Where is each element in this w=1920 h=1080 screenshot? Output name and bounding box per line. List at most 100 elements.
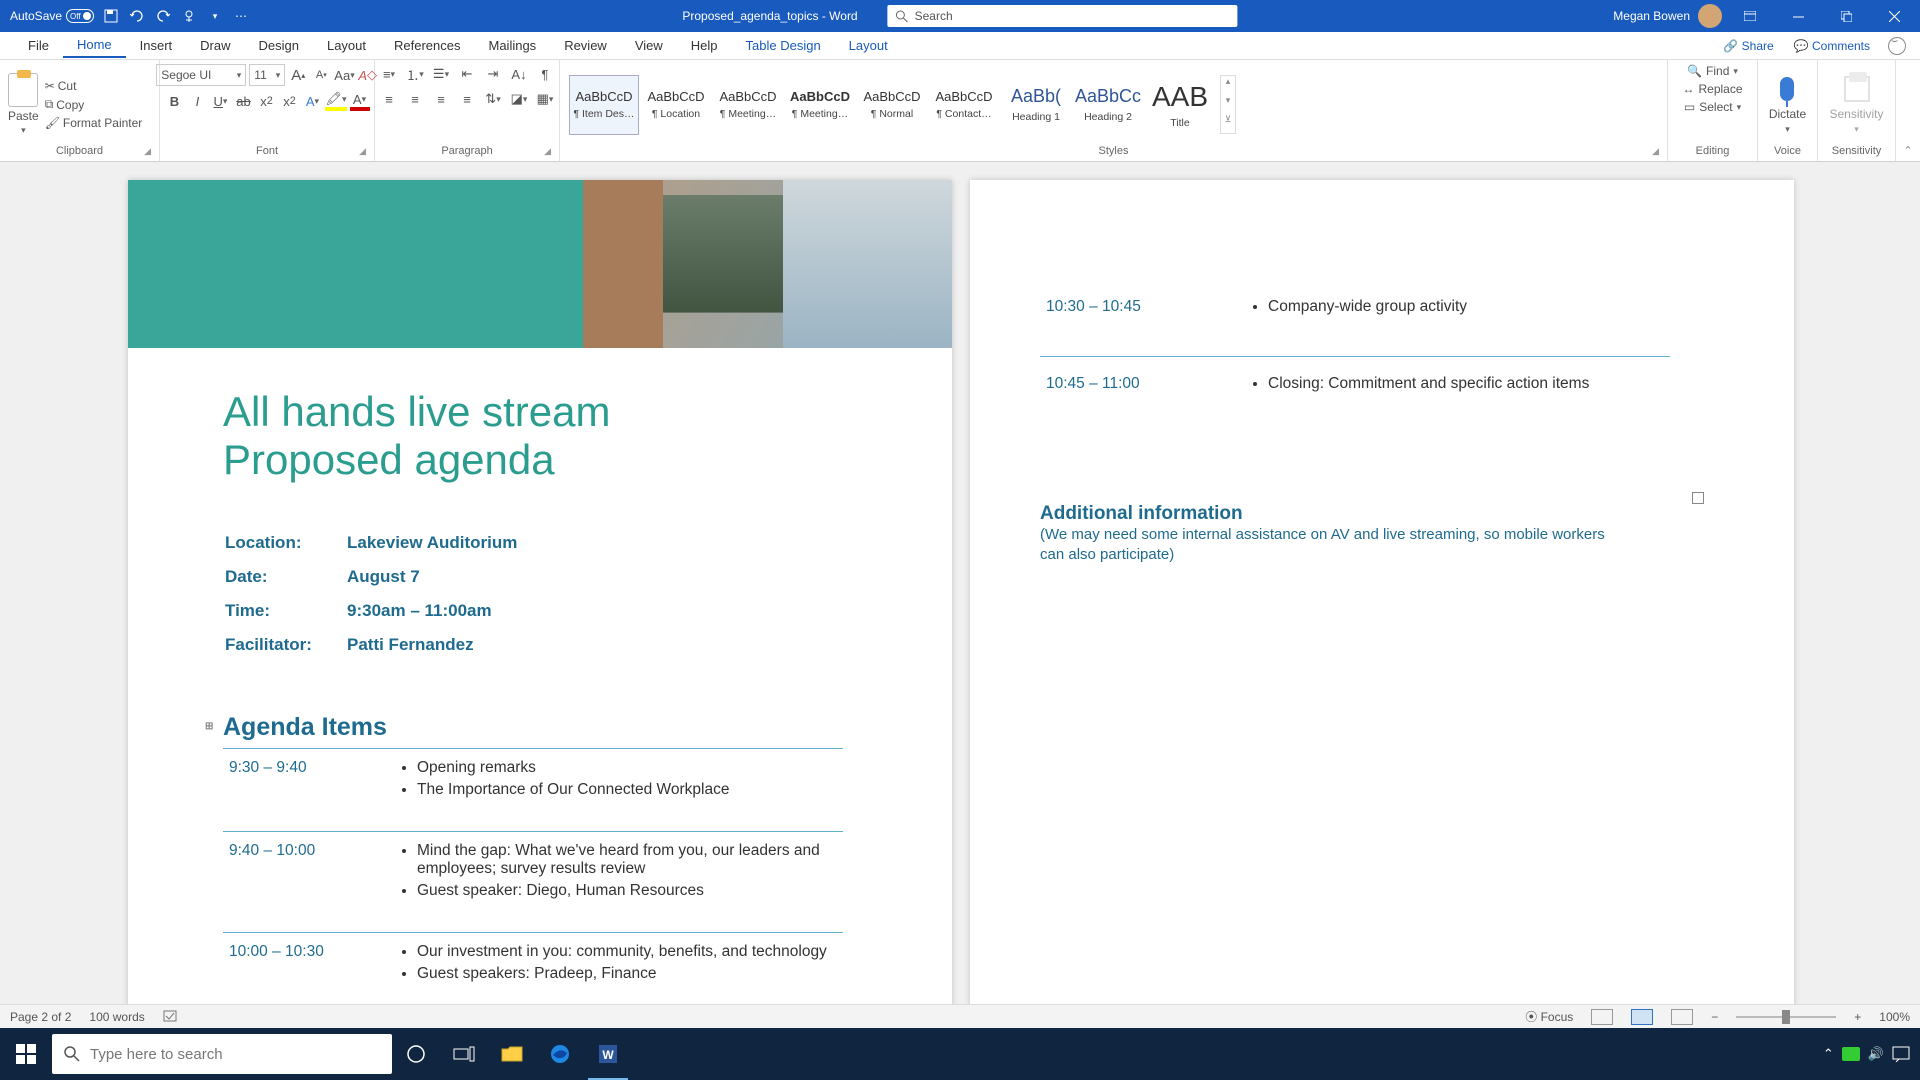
paragraph-launcher-icon[interactable]: ◢ bbox=[544, 146, 551, 157]
tab-home[interactable]: Home bbox=[63, 33, 126, 58]
tab-insert[interactable]: Insert bbox=[126, 34, 187, 57]
style-contact[interactable]: AaBbCcD¶ Contact… bbox=[929, 75, 999, 135]
edge-icon[interactable] bbox=[536, 1028, 584, 1080]
touch-mode-icon[interactable] bbox=[180, 7, 198, 25]
task-view-icon[interactable] bbox=[440, 1028, 488, 1080]
align-right-icon[interactable]: ≡ bbox=[431, 89, 451, 109]
style-location[interactable]: AaBbCcD¶ Location bbox=[641, 75, 711, 135]
tab-references[interactable]: References bbox=[380, 34, 474, 57]
cut-button[interactable]: ✂ Cut bbox=[45, 79, 143, 93]
find-button[interactable]: 🔍 Find ▾ bbox=[1687, 64, 1738, 78]
styles-down-icon[interactable]: ▾ bbox=[1221, 95, 1235, 114]
word-count[interactable]: 100 words bbox=[89, 1010, 144, 1024]
align-left-icon[interactable]: ≡ bbox=[379, 89, 399, 109]
user-avatar[interactable] bbox=[1698, 4, 1722, 28]
copy-button[interactable]: ⧉ Copy bbox=[45, 97, 143, 112]
tell-me-search[interactable]: Search bbox=[888, 5, 1238, 27]
page-indicator[interactable]: Page 2 of 2 bbox=[10, 1010, 71, 1024]
select-button[interactable]: ▭ Select ▾ bbox=[1684, 100, 1741, 114]
paste-dropdown-icon[interactable]: ▾ bbox=[21, 125, 26, 136]
style-title[interactable]: AABTitle bbox=[1145, 75, 1215, 135]
numbering-icon[interactable]: ⒈▾ bbox=[405, 64, 425, 84]
cortana-icon[interactable] bbox=[392, 1028, 440, 1080]
underline-button[interactable]: U▾ bbox=[210, 91, 230, 111]
zoom-level[interactable]: 100% bbox=[1879, 1010, 1910, 1024]
shading-icon[interactable]: ◪▾ bbox=[509, 89, 529, 109]
autosave-toggle[interactable]: AutoSave Off bbox=[10, 9, 94, 23]
tab-help[interactable]: Help bbox=[677, 34, 732, 57]
tab-review[interactable]: Review bbox=[550, 34, 621, 57]
borders-icon[interactable]: ▦▾ bbox=[535, 89, 555, 109]
styles-launcher-icon[interactable]: ◢ bbox=[1652, 146, 1659, 157]
font-name-combo[interactable]: Segoe UI▾ bbox=[156, 64, 246, 86]
action-center-icon[interactable] bbox=[1892, 1046, 1910, 1062]
align-center-icon[interactable]: ≡ bbox=[405, 89, 425, 109]
zoom-out-button[interactable]: − bbox=[1711, 1010, 1718, 1024]
ribbon-display-icon[interactable] bbox=[1730, 0, 1770, 32]
bullets-icon[interactable]: ≡▾ bbox=[379, 64, 399, 84]
style-itemdes[interactable]: AaBbCcD¶ Item Des… bbox=[569, 75, 639, 135]
print-layout-icon[interactable] bbox=[1631, 1009, 1653, 1025]
tab-layout[interactable]: Layout bbox=[313, 34, 380, 57]
feedback-icon[interactable] bbox=[1888, 37, 1906, 55]
styles-up-icon[interactable]: ▴ bbox=[1221, 76, 1235, 95]
font-color-icon[interactable]: A▾ bbox=[350, 91, 370, 111]
content-control-checkbox[interactable] bbox=[1692, 492, 1704, 504]
battery-icon[interactable] bbox=[1842, 1047, 1860, 1061]
grow-font-icon[interactable]: A▴ bbox=[288, 65, 308, 85]
zoom-slider[interactable] bbox=[1736, 1016, 1836, 1018]
focus-mode-button[interactable]: ⦿ Focus bbox=[1525, 1008, 1573, 1025]
styles-more-icon[interactable]: ⊻ bbox=[1221, 114, 1235, 133]
redo-icon[interactable] bbox=[154, 7, 172, 25]
format-painter-button[interactable]: 🖌 Format Painter bbox=[45, 116, 143, 130]
spell-check-icon[interactable] bbox=[163, 1010, 179, 1024]
show-marks-icon[interactable]: ¶ bbox=[535, 64, 555, 84]
highlight-icon[interactable]: 🖍▾ bbox=[325, 91, 346, 111]
user-name[interactable]: Megan Bowen bbox=[1613, 9, 1690, 23]
shrink-font-icon[interactable]: A▾ bbox=[311, 65, 331, 85]
sensitivity-button[interactable]: Sensitivity ▾ bbox=[1829, 74, 1883, 135]
paste-button[interactable]: Paste ▾ bbox=[8, 73, 39, 136]
qat-more-icon[interactable]: ▾ bbox=[206, 7, 224, 25]
start-button[interactable] bbox=[0, 1028, 52, 1080]
comments-button[interactable]: 💬 Comments bbox=[1784, 39, 1880, 53]
style-heading1[interactable]: AaBb(Heading 1 bbox=[1001, 75, 1071, 135]
tab-table-layout[interactable]: Layout bbox=[835, 34, 902, 57]
dictate-button[interactable]: Dictate ▾ bbox=[1769, 74, 1806, 135]
undo-icon[interactable] bbox=[128, 7, 146, 25]
style-meeting[interactable]: AaBbCcD¶ Meeting… bbox=[785, 75, 855, 135]
italic-button[interactable]: I bbox=[187, 91, 207, 111]
tab-file[interactable]: File bbox=[14, 34, 63, 57]
style-normal[interactable]: AaBbCcD¶ Normal bbox=[857, 75, 927, 135]
tab-design[interactable]: Design bbox=[245, 34, 313, 57]
qat-customize-icon[interactable]: ⋯ bbox=[232, 7, 250, 25]
web-layout-icon[interactable] bbox=[1671, 1009, 1693, 1025]
style-meeting[interactable]: AaBbCcD¶ Meeting… bbox=[713, 75, 783, 135]
justify-icon[interactable]: ≡ bbox=[457, 89, 477, 109]
file-explorer-icon[interactable] bbox=[488, 1028, 536, 1080]
word-icon[interactable]: W bbox=[584, 1028, 632, 1080]
zoom-in-button[interactable]: + bbox=[1854, 1010, 1861, 1024]
line-spacing-icon[interactable]: ⇅▾ bbox=[483, 89, 503, 109]
tab-table-design[interactable]: Table Design bbox=[732, 34, 835, 57]
tab-view[interactable]: View bbox=[621, 34, 677, 57]
collapse-ribbon-icon[interactable]: ⌃ bbox=[1896, 60, 1920, 161]
font-size-combo[interactable]: 11▾ bbox=[249, 64, 285, 86]
bold-button[interactable]: B bbox=[164, 91, 184, 111]
share-button[interactable]: 🔗 Share bbox=[1713, 39, 1783, 53]
font-launcher-icon[interactable]: ◢ bbox=[359, 146, 366, 157]
subscript-button[interactable]: x2 bbox=[256, 91, 276, 111]
change-case-icon[interactable]: Aa▾ bbox=[334, 65, 354, 85]
save-icon[interactable] bbox=[102, 7, 120, 25]
decrease-indent-icon[interactable]: ⇤ bbox=[457, 64, 477, 84]
read-mode-icon[interactable] bbox=[1591, 1009, 1613, 1025]
clipboard-launcher-icon[interactable]: ◢ bbox=[144, 146, 151, 157]
minimize-button[interactable] bbox=[1778, 0, 1818, 32]
multilevel-icon[interactable]: ☰▾ bbox=[431, 64, 451, 84]
taskbar-search[interactable]: Type here to search bbox=[52, 1034, 392, 1074]
maximize-button[interactable] bbox=[1826, 0, 1866, 32]
superscript-button[interactable]: x2 bbox=[279, 91, 299, 111]
strike-button[interactable]: ab bbox=[233, 91, 253, 111]
sort-icon[interactable]: A↓ bbox=[509, 64, 529, 84]
volume-icon[interactable]: 🔊 bbox=[1868, 1046, 1884, 1062]
